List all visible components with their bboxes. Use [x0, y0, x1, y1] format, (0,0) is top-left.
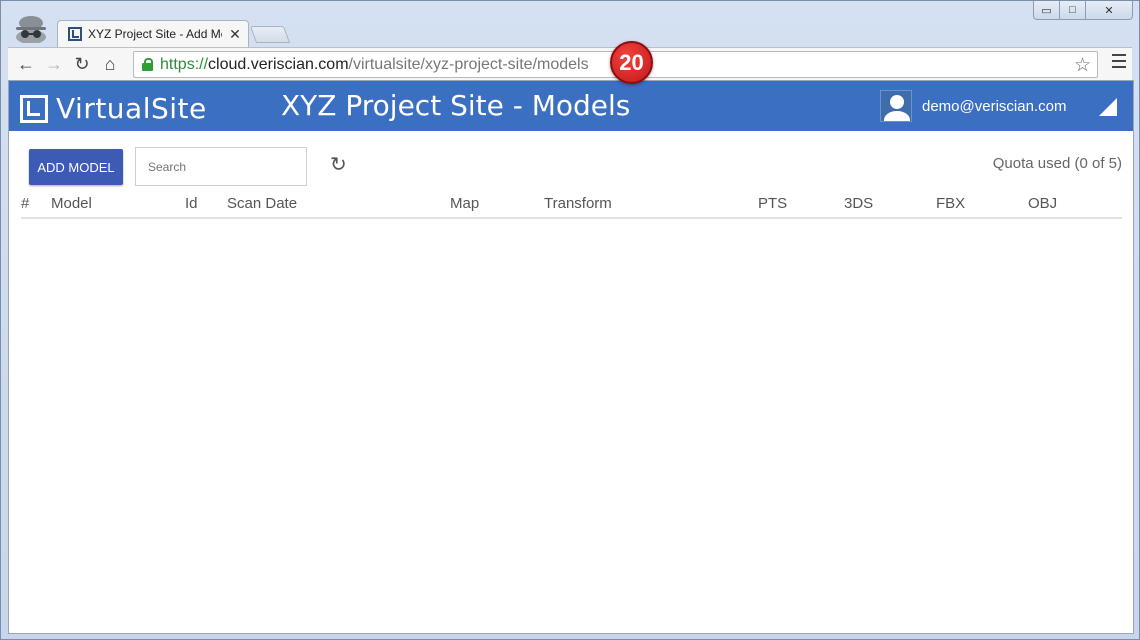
close-window-button[interactable]: ✕: [1086, 1, 1133, 20]
page-title: XYZ Project Site - Models: [281, 89, 631, 122]
close-tab-icon[interactable]: ✕: [228, 26, 242, 43]
column-header-3ds[interactable]: 3DS: [844, 195, 873, 212]
avatar: [880, 90, 912, 122]
table-header: # Model Id Scan Date Map Transform PTS 3…: [21, 193, 1122, 219]
column-header-transform[interactable]: Transform: [544, 195, 612, 212]
step-number-badge: 20: [610, 41, 653, 84]
home-button[interactable]: ⌂: [96, 50, 124, 78]
lock-icon: [142, 58, 153, 71]
quota-text: Quota used (0 of 5): [992, 155, 1122, 172]
web-page: VirtualSite XYZ Project Site - Models de…: [8, 80, 1134, 634]
active-tab[interactable]: XYZ Project Site - Add Mc ✕: [57, 20, 249, 47]
app-header: VirtualSite XYZ Project Site - Models de…: [9, 81, 1133, 131]
menu-triangle-icon[interactable]: [1099, 98, 1117, 116]
column-header-map[interactable]: Map: [450, 195, 479, 212]
site-favicon-icon: [68, 27, 82, 41]
logo-mark-icon: [20, 94, 48, 123]
models-controls: ADD MODEL ↻ Quota used (0 of 5): [9, 131, 1133, 201]
back-button[interactable]: ←: [12, 50, 40, 78]
column-header-obj[interactable]: OBJ: [1028, 195, 1057, 212]
url-host: cloud.veriscian.com: [208, 55, 349, 73]
column-header-number[interactable]: #: [21, 195, 29, 212]
browser-toolbar: ← → ↻ ⌂ https://cloud.veriscian.com/virt…: [8, 47, 1132, 80]
window-controls: ▭ □ ✕: [1033, 1, 1133, 20]
add-model-button[interactable]: ADD MODEL: [29, 149, 123, 185]
logo-text: VirtualSite: [56, 92, 207, 125]
column-header-fbx[interactable]: FBX: [936, 195, 965, 212]
user-menu[interactable]: demo@veriscian.com: [880, 90, 1066, 122]
new-tab-button[interactable]: [249, 26, 291, 43]
url-text: https://cloud.veriscian.com/virtualsite/…: [160, 56, 589, 74]
url-scheme: https://: [160, 55, 209, 73]
maximize-button[interactable]: □: [1060, 1, 1086, 20]
incognito-icon: [16, 16, 46, 43]
tab-title: XYZ Project Site - Add Mc: [88, 27, 222, 41]
refresh-icon[interactable]: ↻: [330, 155, 350, 175]
search-input[interactable]: [135, 147, 307, 186]
column-header-id[interactable]: Id: [185, 195, 198, 212]
column-header-scan-date[interactable]: Scan Date: [227, 195, 297, 212]
user-email: demo@veriscian.com: [922, 97, 1067, 115]
bookmark-star-icon[interactable]: ☆: [1074, 54, 1091, 77]
forward-button[interactable]: →: [40, 50, 68, 78]
browser-window: XYZ Project Site - Add Mc ✕ ▭ □ ✕ ← → ↻ …: [0, 0, 1140, 640]
virtualsite-logo[interactable]: VirtualSite: [20, 92, 207, 125]
tab-strip: XYZ Project Site - Add Mc ✕ ▭ □ ✕: [1, 1, 1139, 47]
minimize-button[interactable]: ▭: [1033, 1, 1060, 20]
reload-button[interactable]: ↻: [68, 50, 96, 78]
models-table: # Model Id Scan Date Map Transform PTS 3…: [21, 193, 1122, 219]
column-header-pts[interactable]: PTS: [758, 195, 787, 212]
column-header-model[interactable]: Model: [51, 195, 92, 212]
url-path: /virtualsite/xyz-project-site/models: [348, 55, 589, 73]
browser-menu-icon[interactable]: [1112, 54, 1126, 72]
